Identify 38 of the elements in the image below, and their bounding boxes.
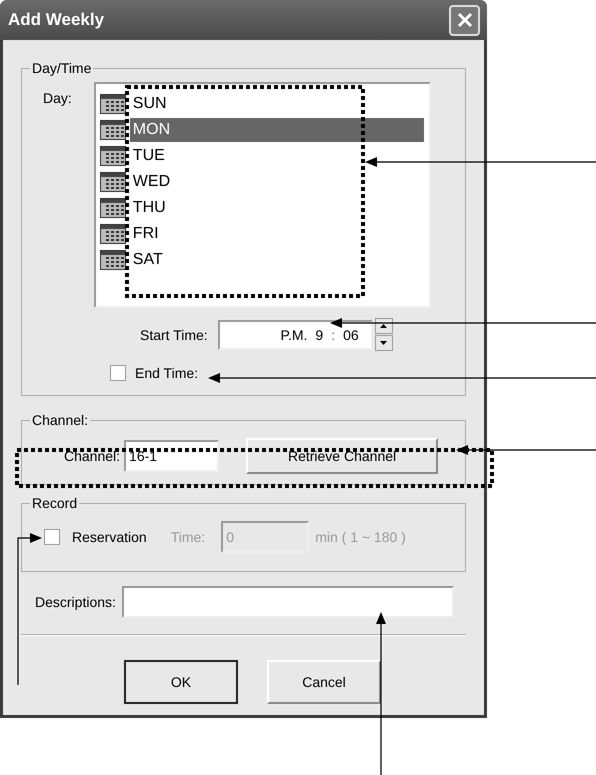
reservation-checkbox[interactable] bbox=[44, 529, 60, 545]
calendar-icon bbox=[100, 224, 126, 244]
day-label: Day: bbox=[43, 90, 72, 106]
window-title: Add Weekly bbox=[8, 10, 104, 30]
time-label: Time: bbox=[170, 529, 206, 545]
day-item[interactable]: FRI bbox=[100, 221, 424, 247]
calendar-icon bbox=[100, 198, 126, 218]
start-time-field[interactable]: P.M. 9 : 06 bbox=[218, 320, 373, 350]
calendar-icon bbox=[100, 250, 126, 270]
reservation-label: Reservation bbox=[72, 529, 147, 545]
channel-field[interactable]: 16-1 bbox=[124, 440, 220, 472]
day-item[interactable]: THU bbox=[100, 195, 424, 221]
dialog-button[interactable]: OK bbox=[124, 660, 238, 704]
day-item[interactable]: SUN bbox=[100, 91, 424, 117]
day-item[interactable]: WED bbox=[100, 169, 424, 195]
retrieve-channel-button[interactable]: Retrieve Channel bbox=[246, 438, 438, 474]
close-button[interactable] bbox=[449, 4, 480, 36]
end-time-checkbox[interactable] bbox=[110, 365, 126, 381]
time-range-label: min ( 1 ~ 180 ) bbox=[315, 529, 406, 545]
up-arrow-icon bbox=[380, 324, 388, 328]
day-item[interactable]: TUE bbox=[100, 143, 424, 169]
start-time-label: Start Time: bbox=[140, 326, 208, 342]
end-time-label: End Time: bbox=[135, 365, 198, 381]
group-title: Channel: bbox=[31, 412, 90, 428]
calendar-icon bbox=[100, 172, 126, 192]
time-spinner[interactable] bbox=[374, 318, 393, 351]
day-item[interactable]: SAT bbox=[100, 247, 424, 273]
calendar-icon bbox=[100, 146, 126, 166]
descriptions-label: Descriptions: bbox=[35, 594, 116, 610]
channel-label: Channel: bbox=[64, 448, 120, 464]
descriptions-field[interactable] bbox=[122, 586, 454, 618]
group-title: Record bbox=[31, 495, 78, 511]
close-icon bbox=[456, 11, 474, 29]
dialog-button[interactable]: Cancel bbox=[267, 660, 381, 704]
group-title: Day/Time bbox=[31, 60, 92, 76]
calendar-icon bbox=[100, 120, 126, 140]
calendar-icon bbox=[100, 94, 126, 114]
down-arrow-icon bbox=[380, 341, 388, 345]
